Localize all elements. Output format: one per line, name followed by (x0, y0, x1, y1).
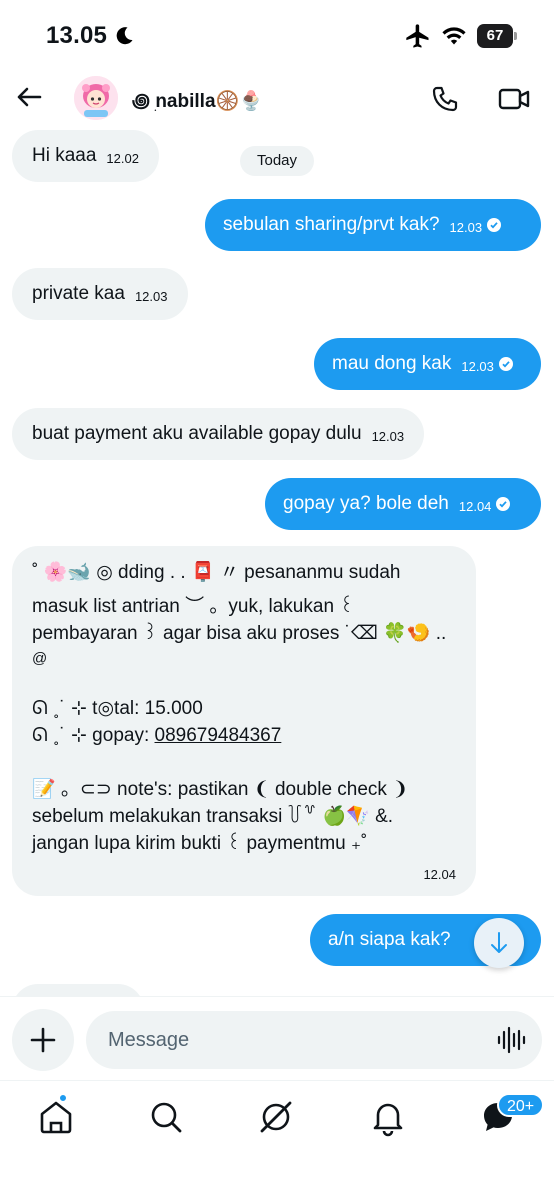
read-check-icon (487, 218, 502, 232)
home-icon[interactable] (36, 1097, 76, 1137)
notifications-bell-icon[interactable] (368, 1097, 408, 1137)
message-text: private kaa (32, 283, 125, 304)
message-time: 12.03 (134, 289, 168, 304)
message-bubble-partial (12, 984, 144, 996)
message-bubble-incoming-long[interactable]: ˚ 🌸🐋 ◎ dding . . 📮 〃 pesananmu sudah mas… (12, 546, 476, 896)
home-notification-dot (58, 1093, 68, 1103)
message-line-gopay: ᘏ ˳˙ ⊹ gopay: 089679484367 (32, 723, 456, 750)
message-text: buat payment aku available gopay dulu (32, 423, 362, 444)
moon-icon (116, 27, 133, 45)
message-bubble-incoming[interactable]: buat payment aku available gopay dulu 12.… (12, 408, 425, 460)
message-line: sebelum melakukan transaksi ꒦꒷ 🍏🪁 &. (32, 806, 394, 828)
wifi-icon (442, 27, 466, 45)
battery-cap (514, 32, 517, 40)
message-bubble-outgoing[interactable]: mau dong kak 12.03 (314, 338, 541, 390)
message-time: 12.03 (449, 220, 483, 235)
read-check-icon (496, 497, 511, 511)
contact-name[interactable]: ꩜ ׅnabilla🛞🍨 (132, 86, 263, 114)
avatar-image (74, 76, 118, 120)
battery-indicator: 67 (477, 24, 517, 48)
chat-header: ꩜ ׅnabilla🛞🍨 (0, 72, 554, 128)
read-check-icon (498, 357, 513, 371)
scroll-to-bottom-button[interactable] (474, 918, 524, 968)
phone-call-icon[interactable] (430, 84, 460, 114)
plus-icon (30, 1027, 56, 1053)
message-time: 12.04 (423, 866, 456, 882)
message-time: 12.04 (458, 499, 492, 514)
battery-level: 67 (477, 24, 513, 48)
message-text: Hi kaaa (32, 145, 97, 166)
voice-message-icon[interactable] (496, 1025, 526, 1055)
message-bubble-outgoing[interactable]: gopay ya? bole deh 12.04 (265, 478, 541, 530)
add-attachment-button[interactable] (12, 1009, 74, 1071)
status-time: 13.05 (46, 22, 108, 49)
message-field[interactable] (86, 1011, 542, 1069)
video-call-icon[interactable] (497, 84, 531, 114)
bottom-navigation: 20+ (0, 1080, 554, 1199)
message-input[interactable] (108, 1011, 488, 1069)
phone-number-link[interactable]: 089679484367 (155, 725, 282, 746)
date-separator: Today (240, 146, 314, 176)
avatar[interactable] (74, 76, 118, 120)
message-line: pembayaran ꒱ agar bisa aku proses ˙⌫ 🍀🍤 … (32, 622, 447, 644)
message-line: masuk list antrian ︶ 。yuk, lakukan ꒰ (32, 595, 355, 617)
message-time: 12.02 (106, 151, 139, 166)
messages-badge: 20+ (497, 1093, 545, 1117)
message-bubble-incoming[interactable]: private kaa 12.03 (12, 268, 188, 320)
search-icon[interactable] (146, 1097, 186, 1137)
message-bubble-incoming[interactable]: Hi kaaa 12.02 (12, 130, 159, 182)
message-text: gopay ya? bole deh (283, 493, 449, 514)
message-bubble-outgoing[interactable]: sebulan sharing/prvt kak? 12.03 (205, 199, 541, 251)
message-time: 12.03 (371, 429, 405, 444)
message-line: jangan lupa kirim bukti ꒰ paymentmu ₊˚ (32, 833, 368, 855)
grok-icon[interactable] (256, 1097, 296, 1137)
composer (0, 996, 554, 1080)
airplane-mode-icon (406, 24, 429, 48)
message-text: mau dong kak (332, 353, 452, 374)
message-line: ˚ 🌸🐋 ◎ dding . . 📮 〃 pesananmu sudah (32, 562, 401, 583)
message-list[interactable]: Hi kaaa 12.02 Today sebulan sharing/prvt … (0, 128, 554, 996)
message-line: 📝 。⊂⊃ note's: pastikan ❨ double check ❩ (32, 779, 409, 801)
message-line: @ (32, 649, 48, 667)
back-arrow-icon[interactable] (14, 82, 44, 112)
message-line: ᘏ ˳˙ ⊹ t◎tal: 15.000 (32, 698, 203, 720)
status-bar: 13.05 67 (0, 0, 554, 72)
message-time: 12.03 (461, 359, 494, 374)
message-text: sebulan sharing/prvt kak? (223, 214, 440, 235)
gopay-label: ᘏ ˳˙ ⊹ gopay: (32, 725, 155, 747)
message-text: a/n siapa kak? (328, 929, 451, 950)
